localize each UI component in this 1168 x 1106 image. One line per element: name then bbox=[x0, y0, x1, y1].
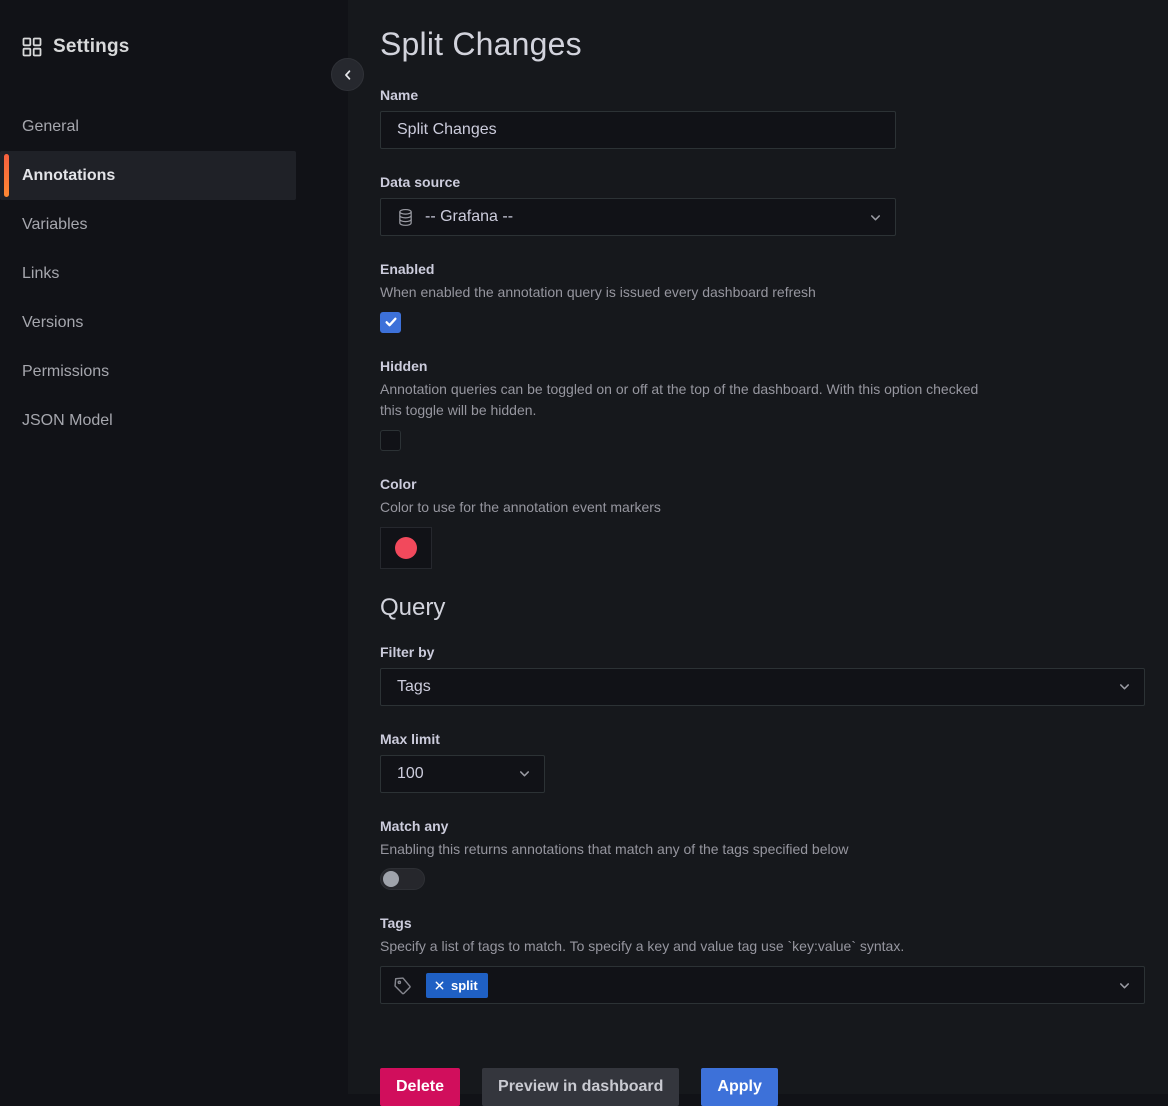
name-label: Name bbox=[380, 87, 1145, 103]
tags-description: Specify a list of tags to match. To spec… bbox=[380, 936, 980, 958]
tag-chip-split[interactable]: split bbox=[426, 973, 488, 998]
max-limit-value: 100 bbox=[397, 765, 517, 783]
remove-tag-icon[interactable] bbox=[434, 980, 445, 991]
apply-button[interactable]: Apply bbox=[701, 1068, 777, 1106]
sidebar-item-links[interactable]: Links bbox=[0, 249, 348, 298]
apps-grid-icon bbox=[22, 37, 42, 57]
sidebar-item-annotations[interactable]: Annotations bbox=[0, 151, 296, 200]
sidebar-header: Settings bbox=[0, 36, 348, 58]
tags-field-group: Tags Specify a list of tags to match. To… bbox=[380, 915, 1145, 1004]
delete-button[interactable]: Delete bbox=[380, 1068, 460, 1106]
match-any-label: Match any bbox=[380, 818, 1145, 834]
sidebar-title: Settings bbox=[53, 36, 130, 58]
name-field-group: Name bbox=[380, 87, 1145, 149]
enabled-description: When enabled the annotation query is iss… bbox=[380, 282, 980, 304]
match-any-toggle[interactable] bbox=[380, 868, 425, 890]
data-source-field-group: Data source -- Grafana -- bbox=[380, 174, 1145, 236]
annotation-color-dot bbox=[395, 537, 417, 559]
toggle-knob bbox=[383, 871, 399, 887]
filter-by-label: Filter by bbox=[380, 644, 1145, 660]
match-any-field-group: Match any Enabling this returns annotati… bbox=[380, 818, 1145, 891]
collapse-sidebar-button[interactable] bbox=[331, 58, 364, 91]
sidebar-item-variables[interactable]: Variables bbox=[0, 200, 348, 249]
sidebar-item-json-model[interactable]: JSON Model bbox=[0, 396, 348, 445]
hidden-field-group: Hidden Annotation queries can be toggled… bbox=[380, 358, 1145, 451]
chevron-left-icon bbox=[341, 68, 355, 82]
action-buttons-row: Delete Preview in dashboard Apply bbox=[380, 1068, 1145, 1106]
chevron-down-icon bbox=[1117, 978, 1132, 993]
max-limit-select[interactable]: 100 bbox=[380, 755, 545, 793]
dashboard-settings-page: Settings General Annotations Variables L… bbox=[0, 0, 1168, 1094]
query-section-title: Query bbox=[380, 594, 1145, 622]
annotation-settings-panel: Split Changes Name Data source -- Grafan… bbox=[348, 0, 1168, 1094]
tag-icon bbox=[393, 976, 412, 995]
page-title: Split Changes bbox=[380, 26, 1145, 63]
tags-input[interactable]: split bbox=[380, 966, 1145, 1004]
match-any-description: Enabling this returns annotations that m… bbox=[380, 839, 980, 861]
filter-by-select[interactable]: Tags bbox=[380, 668, 1145, 706]
chevron-down-icon bbox=[1117, 679, 1132, 694]
filter-by-value: Tags bbox=[397, 678, 1117, 696]
preview-in-dashboard-button[interactable]: Preview in dashboard bbox=[482, 1068, 679, 1106]
sidebar-item-general[interactable]: General bbox=[0, 102, 348, 151]
hidden-label: Hidden bbox=[380, 358, 1145, 374]
enabled-label: Enabled bbox=[380, 261, 1145, 277]
tag-chip-label: split bbox=[451, 978, 478, 993]
hidden-description: Annotation queries can be toggled on or … bbox=[380, 379, 980, 422]
settings-nav: General Annotations Variables Links Vers… bbox=[0, 102, 348, 445]
enabled-field-group: Enabled When enabled the annotation quer… bbox=[380, 261, 1145, 333]
enabled-checkbox[interactable] bbox=[380, 312, 401, 333]
sidebar-item-permissions[interactable]: Permissions bbox=[0, 347, 348, 396]
color-picker-swatch[interactable] bbox=[380, 527, 432, 569]
sidebar-item-versions[interactable]: Versions bbox=[0, 298, 348, 347]
color-field-group: Color Color to use for the annotation ev… bbox=[380, 476, 1145, 569]
data-source-label: Data source bbox=[380, 174, 1145, 190]
color-description: Color to use for the annotation event ma… bbox=[380, 497, 980, 519]
chevron-down-icon bbox=[517, 766, 532, 781]
tags-label: Tags bbox=[380, 915, 1145, 931]
max-limit-field-group: Max limit 100 bbox=[380, 731, 1145, 793]
settings-sidebar: Settings General Annotations Variables L… bbox=[0, 0, 348, 1094]
checkmark-icon bbox=[384, 315, 398, 329]
hidden-checkbox[interactable] bbox=[380, 430, 401, 451]
chevron-down-icon bbox=[868, 210, 883, 225]
data-source-value: -- Grafana -- bbox=[425, 208, 868, 226]
database-icon bbox=[397, 208, 414, 227]
data-source-select[interactable]: -- Grafana -- bbox=[380, 198, 896, 236]
name-input[interactable] bbox=[380, 111, 896, 149]
max-limit-label: Max limit bbox=[380, 731, 1145, 747]
filter-by-field-group: Filter by Tags bbox=[380, 644, 1145, 706]
color-label: Color bbox=[380, 476, 1145, 492]
